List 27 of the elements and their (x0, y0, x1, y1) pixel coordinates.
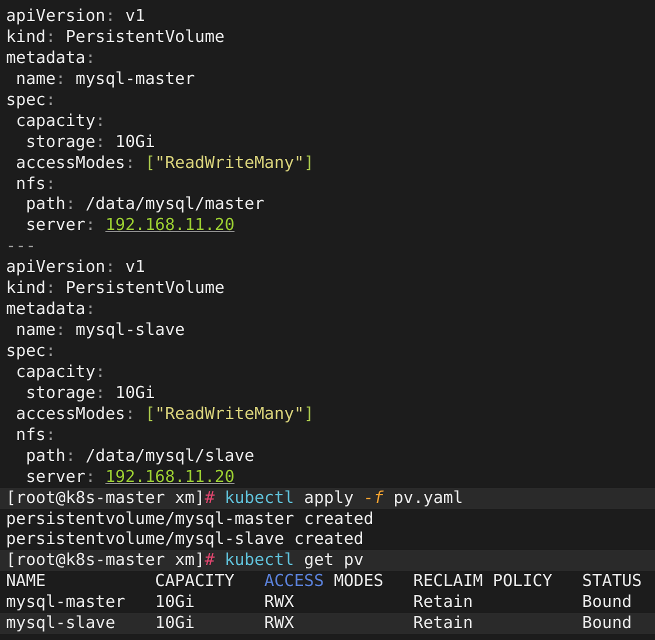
terminal-line: accessModes: ["ReadWriteMany"] (14, 152, 315, 174)
terminal-line: name: mysql-master (14, 68, 196, 90)
terminal-line: apiVersion: v1 (5, 6, 146, 27)
terminal-line: path: /data/mysql/master (24, 194, 266, 216)
terminal-line: metadata: (5, 48, 96, 69)
terminal-line: mysql-master 10Gi RWX Retain Bound (5, 592, 633, 614)
terminal-line: spec: (5, 90, 57, 111)
terminal-line: persistentvolume/mysql-slave created (5, 529, 365, 550)
terminal-line: apiVersion: v1 (5, 257, 146, 278)
terminal-line: nfs: (14, 174, 57, 194)
terminal-line: kind: PersistentVolume (5, 278, 226, 300)
terminal-line: NAME CAPACITY ACCESS MODES RECLAIM POLICY STATUS (5, 571, 643, 592)
terminal-line: server: 192.168.11.20 (24, 215, 236, 236)
terminal-line: capacity: (14, 110, 106, 132)
terminal-line: accessModes: ["ReadWriteMany"] (14, 404, 315, 425)
terminal-line: capacity: (14, 362, 106, 383)
terminal-line: storage: 10Gi (24, 132, 156, 153)
terminal-line: spec: (5, 341, 57, 362)
terminal-line: nfs: (14, 424, 57, 446)
terminal-line: kind: PersistentVolume (5, 26, 226, 48)
terminal-line: persistentvolume/mysql-master created (5, 508, 375, 530)
terminal-line: --- (5, 236, 37, 258)
terminal-line: server: 192.168.11.20 (24, 466, 236, 488)
terminal-line: storage: 10Gi (24, 382, 156, 404)
terminal-line: name: mysql-slave (14, 320, 186, 341)
terminal-line: metadata: (5, 299, 96, 320)
terminal-line: path: /data/mysql/slave (24, 446, 256, 467)
